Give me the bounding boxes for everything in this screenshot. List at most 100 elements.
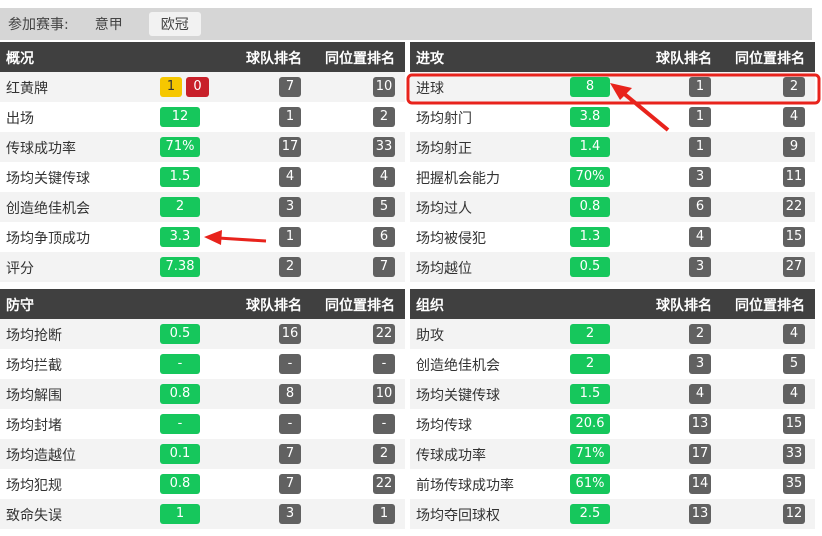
team-rank-badge: 13 [689, 414, 711, 434]
panel-header: 防守 球队排名 同位置排名 [0, 289, 405, 319]
team-rank-badge: 1 [279, 227, 301, 247]
position-rank-badge: 4 [373, 167, 395, 187]
position-rank-badge: 22 [373, 474, 395, 494]
stat-label: 评分 [6, 261, 34, 277]
position-rank-badge: 15 [783, 414, 805, 434]
stat-value-badge: 2 [570, 354, 610, 374]
position-rank-badge: 12 [783, 504, 805, 524]
tab-serie-a[interactable]: 意甲 [83, 12, 135, 36]
stat-label: 出场 [6, 111, 34, 127]
position-rank-header: 同位置排名 [735, 298, 805, 314]
stat-value-badge: 0.5 [570, 257, 610, 277]
stat-row: 场均越位 0.5 3 27 [410, 252, 815, 282]
stat-value-badge: 20.6 [570, 414, 610, 434]
stat-label: 场均越位 [416, 261, 472, 277]
position-rank-badge: 11 [783, 167, 805, 187]
team-rank-badge: - [279, 354, 301, 374]
position-rank-header: 同位置排名 [325, 51, 395, 67]
position-rank-badge: - [373, 354, 395, 374]
stat-value-badge: 0.1 [160, 444, 200, 464]
stat-value-badge: 1.3 [570, 227, 610, 247]
filter-label: 参加赛事: [8, 17, 69, 33]
stat-row: 红黄牌 1 0 7 10 [0, 72, 405, 102]
tab-champions-league[interactable]: 欧冠 [148, 12, 201, 36]
team-rank-badge: 17 [689, 444, 711, 464]
stat-label: 把握机会能力 [416, 171, 500, 187]
stat-row: 场均争顶成功 3.3 1 6 [0, 222, 405, 252]
team-rank-badge: 1 [689, 107, 711, 127]
stat-row: 场均解围 0.8 8 10 [0, 379, 405, 409]
stat-value-badge: 0.8 [160, 474, 200, 494]
stat-label: 致命失误 [6, 508, 62, 524]
stat-value-badge: 0.8 [160, 384, 200, 404]
team-rank-badge: 3 [689, 257, 711, 277]
stat-label: 场均解围 [6, 388, 62, 404]
stat-row: 场均被侵犯 1.3 4 15 [410, 222, 815, 252]
red-card-badge: 0 [186, 77, 209, 97]
position-rank-badge: 2 [373, 444, 395, 464]
stat-label: 场均关键传球 [6, 171, 90, 187]
team-rank-badge: 14 [689, 474, 711, 494]
position-rank-header: 同位置排名 [325, 298, 395, 314]
stat-label: 创造绝佳机会 [6, 201, 90, 217]
team-rank-header: 球队排名 [656, 298, 712, 314]
stat-row: 场均抢断 0.5 16 22 [0, 319, 405, 349]
stat-value-badge: 2.5 [570, 504, 610, 524]
stat-value-badge: 0.5 [160, 324, 200, 344]
stat-value-badge: - [160, 414, 200, 434]
stat-label: 场均拦截 [6, 358, 62, 374]
yellow-card-badge: 1 [160, 77, 182, 97]
stat-row: 进球 8 1 2 [410, 72, 815, 102]
team-rank-badge: 3 [279, 197, 301, 217]
team-rank-header: 球队排名 [656, 51, 712, 67]
team-rank-badge: 1 [689, 137, 711, 157]
stat-row: 场均传球 20.6 13 15 [410, 409, 815, 439]
stat-value-badge: 1.5 [570, 384, 610, 404]
position-rank-badge: 4 [783, 324, 805, 344]
stat-value-badge: 12 [160, 107, 200, 127]
stat-label: 创造绝佳机会 [416, 358, 500, 374]
stat-row: 出场 12 1 2 [0, 102, 405, 132]
team-rank-badge: 7 [279, 444, 301, 464]
position-rank-badge: 33 [373, 137, 395, 157]
stat-row: 助攻 2 2 4 [410, 319, 815, 349]
stat-value-badge: 3.8 [570, 107, 610, 127]
team-rank-badge: 4 [689, 227, 711, 247]
panel-title: 防守 [6, 298, 34, 314]
stat-row: 传球成功率 71% 17 33 [0, 132, 405, 162]
stat-row: 致命失误 1 3 1 [0, 499, 405, 529]
position-rank-badge: 33 [783, 444, 805, 464]
position-rank-badge: 10 [373, 77, 395, 97]
panel-header: 概况 球队排名 同位置排名 [0, 42, 405, 72]
team-rank-badge: 3 [279, 504, 301, 524]
stat-value-badge: 61% [570, 474, 610, 494]
stat-value-badge: 71% [570, 444, 610, 464]
panel-header: 进攻 球队排名 同位置排名 [410, 42, 815, 72]
team-rank-badge: 13 [689, 504, 711, 524]
stat-value-badge: - [160, 354, 200, 374]
position-rank-badge: 4 [783, 107, 805, 127]
team-rank-badge: 3 [689, 167, 711, 187]
team-rank-badge: 1 [279, 107, 301, 127]
stat-row: 传球成功率 71% 17 33 [410, 439, 815, 469]
stat-row: 场均射正 1.4 1 9 [410, 132, 815, 162]
team-rank-badge: 3 [689, 354, 711, 374]
stat-value-badge: 71% [160, 137, 200, 157]
team-rank-badge: 1 [689, 77, 711, 97]
stat-label: 场均关键传球 [416, 388, 500, 404]
stat-row: 场均造越位 0.1 7 2 [0, 439, 405, 469]
stat-row: 场均拦截 - - - [0, 349, 405, 379]
stat-label: 场均犯规 [6, 478, 62, 494]
stat-label: 场均射门 [416, 111, 472, 127]
panel-title: 组织 [416, 298, 444, 314]
position-rank-badge: - [373, 414, 395, 434]
position-rank-badge: 5 [373, 197, 395, 217]
team-rank-badge: 16 [279, 324, 301, 344]
stat-label: 场均夺回球权 [416, 508, 500, 524]
stat-label: 传球成功率 [416, 448, 486, 464]
position-rank-badge: 35 [783, 474, 805, 494]
team-rank-badge: 4 [279, 167, 301, 187]
stat-row: 创造绝佳机会 2 3 5 [0, 192, 405, 222]
stats-panel: 进攻 球队排名 同位置排名 进球 8 1 2 场均射门 3.8 1 4 场均射正 1.4 1 9 把握机会能力… [410, 42, 815, 282]
team-rank-badge: - [279, 414, 301, 434]
